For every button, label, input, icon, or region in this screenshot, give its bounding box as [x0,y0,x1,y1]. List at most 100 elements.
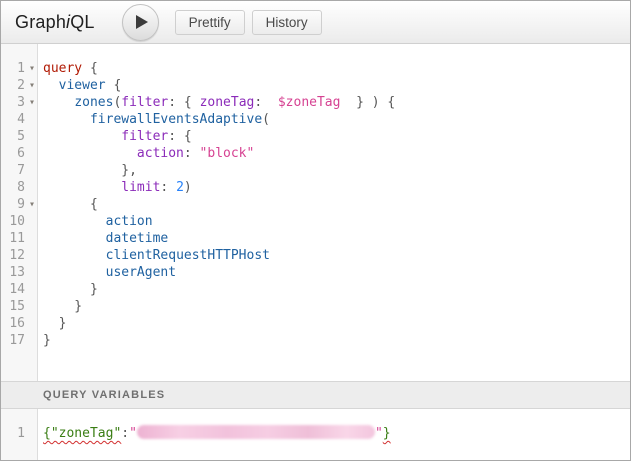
code-text: clientRequestHTTPHost [38,247,270,264]
code-text: viewer { [38,77,121,94]
variables-editor[interactable]: 1{"zoneTag":""} [1,409,630,460]
code-line: 5 filter: { [1,128,630,145]
token-attribute: filter [121,95,168,110]
logo-text: Graph [15,12,66,32]
token-property: action [106,214,153,229]
token-punct [43,129,121,144]
toolbar: GraphiQL Prettify History [1,1,630,44]
code-text: zones(filter: { zoneTag: $zoneTag } ) { [38,94,395,111]
token-punct: { [82,61,98,76]
token-punct [43,231,106,246]
token-keyword: query [43,61,82,76]
token-property: viewer [59,78,106,93]
token-punct: { [106,78,122,93]
fold-gutter [26,145,38,162]
line-number: 8 [1,179,26,196]
token-string: "block" [200,146,255,161]
line-number: 4 [1,111,26,128]
code-line: 9▾ { [1,196,630,213]
code-line: 6 action: "block" [1,145,630,162]
query-code: 1▾query {2▾ viewer {3▾ zones(filter: { z… [1,44,630,349]
fold-gutter [26,179,38,196]
code-line: 16 } [1,315,630,332]
prettify-button[interactable]: Prettify [175,10,245,35]
token-punct: : { [168,129,191,144]
line-number: 17 [1,332,26,349]
code-text: } [38,298,82,315]
fold-arrow-icon[interactable]: ▾ [26,77,38,94]
line-number: 11 [1,230,26,247]
line-number: 5 [1,128,26,145]
token-property: clientRequestHTTPHost [106,248,270,263]
fold-gutter [26,425,38,442]
code-line: 8 limit: 2) [1,179,630,196]
line-number: 1 [1,60,26,77]
line-number: 9 [1,196,26,213]
line-number: 10 [1,213,26,230]
code-text: action [38,213,153,230]
code-text: filter: { [38,128,192,145]
code-text: }, [38,162,137,179]
code-line: 10 action [1,213,630,230]
query-variables-header[interactable]: QUERY VARIABLES [1,381,630,409]
fold-gutter [26,162,38,179]
code-line: 11 datetime [1,230,630,247]
code-text: action: "block" [38,145,254,162]
code-line: 1{"zoneTag":""} [1,425,630,442]
token-punct: ) [184,180,192,195]
code-text: datetime [38,230,168,247]
history-button[interactable]: History [252,10,322,35]
line-number: 14 [1,281,26,298]
token-punct: } [43,299,82,314]
token-punct: : [254,95,277,110]
token-punct [43,78,59,93]
code-text: limit: 2) [38,179,192,196]
line-number: 12 [1,247,26,264]
token-attribute: action [137,146,184,161]
token-punct: : { [168,95,199,110]
token-json_property: } [383,426,391,441]
code-line: 15 } [1,298,630,315]
code-text: } [38,281,98,298]
token-punct: : [160,180,176,195]
graphiql-app: GraphiQL Prettify History 1▾query {2▾ vi… [0,0,631,461]
variables-code: 1{"zoneTag":""} [1,409,630,442]
fold-gutter [26,298,38,315]
fold-gutter [26,332,38,349]
fold-arrow-icon[interactable]: ▾ [26,196,38,213]
fold-gutter [26,315,38,332]
line-number: 13 [1,264,26,281]
code-line: 1▾ query { [1,60,630,77]
code-text: {"zoneTag":""} [38,425,391,442]
line-number: 6 [1,145,26,162]
execute-query-button[interactable] [122,4,159,41]
fold-arrow-icon[interactable]: ▾ [26,94,38,111]
fold-gutter [26,281,38,298]
token-json_property: {"zoneTag" [43,426,121,441]
token-attribute: limit [121,180,160,195]
token-attribute: zoneTag [200,95,255,110]
play-icon [136,15,148,29]
token-punct: ( [262,112,270,127]
token-punct: : [184,146,200,161]
token-property: firewallEventsAdaptive [90,112,262,127]
code-text: userAgent [38,264,176,281]
token-punct: } [43,282,98,297]
token-punct [43,248,106,263]
fold-arrow-icon[interactable]: ▾ [26,60,38,77]
fold-gutter [26,247,38,264]
code-line: 4 firewallEventsAdaptive( [1,111,630,128]
code-text: } [38,315,66,332]
fold-gutter [26,111,38,128]
token-punct: } [43,333,51,348]
token-punct: { [43,197,98,212]
line-number: 7 [1,162,26,179]
line-number: 15 [1,298,26,315]
code-line: 17} [1,332,630,349]
token-punct [43,95,74,110]
token-punct [43,180,121,195]
code-text: firewallEventsAdaptive( [38,111,270,128]
query-editor[interactable]: 1▾query {2▾ viewer {3▾ zones(filter: { z… [1,44,630,381]
logo-text-ql: QL [70,12,94,32]
code-line: 7 }, [1,162,630,179]
